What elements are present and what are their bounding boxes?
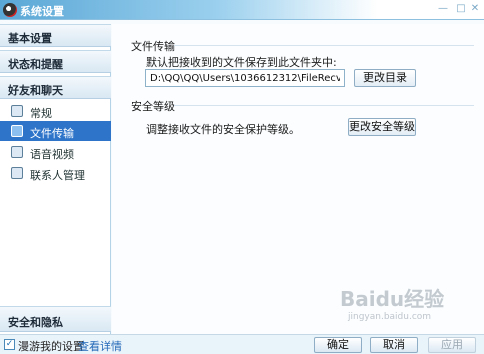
settings-sidebar: 基本设置 状态和提醒 好友和聊天 常规 文件传输 语音视频 联系人管理 安全和隐…: [0, 24, 111, 334]
qq-penguin-icon: [3, 3, 17, 17]
title-bar: 系统设置 — □ ✕: [0, 0, 484, 20]
section-divider: [174, 105, 474, 106]
sidebar-item-file-transfer[interactable]: 文件传输: [0, 121, 111, 141]
security-level-heading: 安全等级: [131, 100, 175, 113]
sidebar-item-general[interactable]: 常规: [0, 101, 111, 121]
change-directory-button[interactable]: 更改目录: [354, 69, 416, 87]
security-level-description: 调整接收文件的安全保护等级。: [146, 123, 300, 136]
roam-settings-label[interactable]: 漫游我的设置: [18, 338, 84, 354]
cancel-button[interactable]: 取消: [370, 337, 418, 353]
save-folder-description: 默认把接收到的文件保存到此文件夹中:: [146, 56, 337, 69]
watermark-url: jingyan.baidu.com: [348, 312, 432, 322]
sidebar-item-label: 联系人管理: [30, 169, 85, 182]
roam-settings-checkbox[interactable]: ✓: [4, 339, 15, 350]
sidebar-item-label: 文件传输: [30, 127, 74, 140]
close-icon[interactable]: ✕: [468, 3, 482, 15]
general-icon: [11, 105, 23, 117]
window-title: 系统设置: [20, 5, 64, 18]
ok-button[interactable]: 确定: [314, 337, 362, 353]
file-transfer-heading: 文件传输: [131, 40, 175, 53]
sidebar-section-status-reminders[interactable]: 状态和提醒: [0, 50, 111, 73]
settings-window: 系统设置 — □ ✕ 基本设置 状态和提醒 好友和聊天 常规 文件传输 语音视频…: [0, 0, 484, 354]
watermark-brand: Baidu经验: [340, 287, 445, 311]
minimize-icon[interactable]: —: [436, 3, 450, 15]
apply-button[interactable]: 应用: [428, 337, 476, 353]
sidebar-item-contacts[interactable]: 联系人管理: [0, 163, 111, 183]
file-transfer-icon: [11, 125, 23, 137]
receive-folder-input[interactable]: [145, 69, 345, 87]
sidebar-section-friends-chat[interactable]: 好友和聊天: [0, 76, 111, 99]
section-divider: [174, 45, 474, 46]
sidebar-item-voice-video[interactable]: 语音视频: [0, 142, 111, 162]
sidebar-item-label: 常规: [30, 107, 52, 120]
sidebar-item-label: 语音视频: [30, 148, 74, 161]
sidebar-section-security-privacy[interactable]: 安全和隐私: [0, 306, 111, 332]
voice-video-icon: [11, 146, 23, 158]
maximize-icon[interactable]: □: [454, 3, 468, 15]
baidu-watermark: Baidu经验 jingyan.baidu.com: [340, 283, 480, 333]
contacts-icon: [11, 167, 23, 179]
settings-content: 文件传输 默认把接收到的文件保存到此文件夹中: 更改目录 安全等级 调整接收文件…: [112, 24, 484, 334]
footer-bar: ✓ 漫游我的设置 查看详情 确定 取消 应用: [0, 334, 484, 354]
sidebar-section-basic[interactable]: 基本设置: [0, 24, 111, 47]
change-security-level-button[interactable]: 更改安全等级: [348, 118, 416, 136]
view-details-link[interactable]: 查看详情: [78, 338, 122, 354]
